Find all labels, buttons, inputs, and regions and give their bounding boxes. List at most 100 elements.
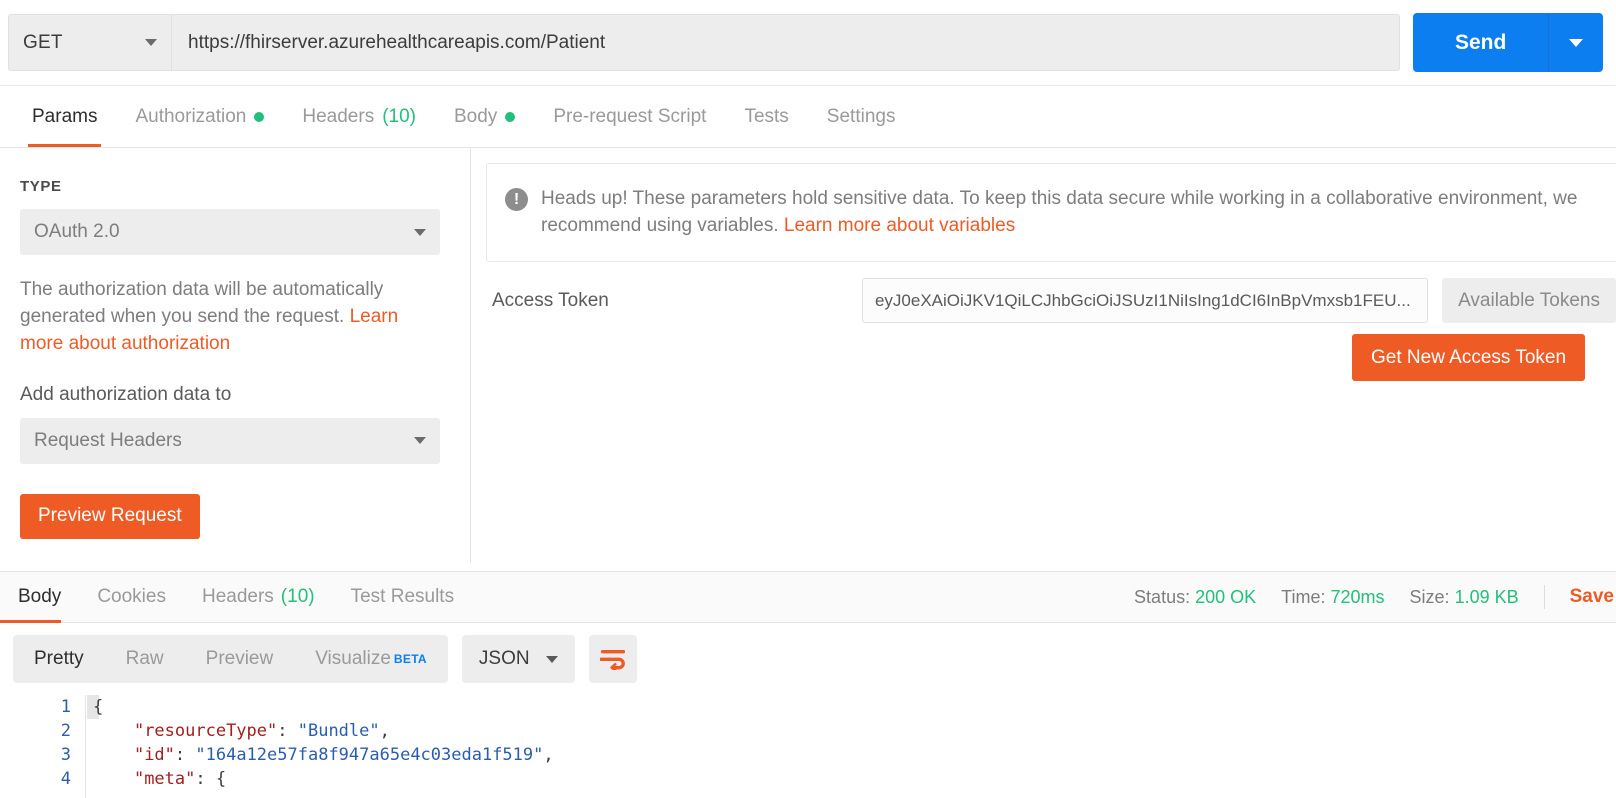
tab-params[interactable]: Params [13, 86, 116, 147]
format-label: Pretty [34, 648, 84, 669]
tab-label: Headers [302, 105, 375, 127]
status-value: 200 OK [1195, 586, 1257, 607]
tab-label: Body [454, 105, 498, 127]
chevron-down-icon [1569, 38, 1584, 47]
code-token: "resourceType" [133, 721, 278, 741]
format-visualize[interactable]: Visualize BETA [294, 635, 448, 683]
status-dot-icon [505, 111, 516, 122]
available-tokens-button[interactable]: Available Tokens [1442, 278, 1616, 323]
response-tab-test-results[interactable]: Test Results [333, 572, 472, 623]
auth-type-dropdown[interactable]: OAuth 2.0 [20, 209, 440, 255]
tab-authorization[interactable]: Authorization [116, 86, 283, 147]
info-icon: ! [505, 188, 528, 211]
tab-label: Pre-request Script [553, 105, 707, 127]
send-button[interactable]: Send [1413, 13, 1549, 72]
auth-description: The authorization data will be automatic… [20, 277, 440, 358]
size-value: 1.09 KB [1454, 586, 1519, 607]
line-number: 1 [60, 697, 71, 717]
url-input[interactable]: https://fhirserver.azurehealthcareapis.c… [171, 14, 1400, 71]
chevron-down-icon [145, 39, 157, 46]
tab-label: Tests [744, 105, 789, 127]
access-token-input[interactable]: eyJ0eXAiOiJKV1QiLCJhbGciOiJSUzI1NiIsIng1… [861, 278, 1429, 323]
tab-count: (10) [382, 105, 416, 127]
http-method-label: GET [23, 31, 63, 53]
code-lines: { "resourceType": "Bundle", "id": "164a1… [87, 695, 554, 791]
auth-description-text: The authorization data will be automatic… [20, 279, 384, 327]
code-line: { [87, 695, 554, 719]
http-method-dropdown[interactable]: GET [8, 14, 171, 71]
tab-body[interactable]: Body [435, 86, 534, 147]
add-authorization-data-label: Add authorization data to [20, 383, 232, 405]
response-meta: Status: 200 OK Time: 720ms Size: 1.09 KB… [1134, 585, 1616, 609]
tab-label: Authorization [135, 105, 247, 127]
response-tab-headers[interactable]: Headers (10) [184, 572, 333, 623]
response-language-dropdown[interactable]: JSON [461, 635, 575, 683]
tab-label: Params [32, 105, 98, 127]
auth-type-label: TYPE [20, 178, 62, 195]
language-label: JSON [478, 648, 530, 669]
format-label: Raw [125, 648, 164, 669]
code-line: "resourceType": "Bundle", [87, 719, 554, 743]
code-token: "Bundle" [297, 721, 380, 741]
format-raw[interactable]: Raw [105, 635, 185, 683]
sensitive-data-notice: ! Heads up! These parameters hold sensit… [486, 163, 1616, 263]
time-label: Time: [1281, 586, 1326, 607]
tab-count: (10) [280, 586, 315, 607]
line-number: 2 [60, 721, 71, 741]
format-pretty[interactable]: Pretty [13, 635, 105, 683]
code-token: "164a12e57fa8f947a65e4c03eda1f519" [195, 745, 544, 765]
tab-pre-request-script[interactable]: Pre-request Script [534, 86, 725, 147]
code-token: "meta" [133, 769, 196, 789]
send-button-group: Send [1413, 13, 1604, 72]
tab-label: Test Results [350, 586, 455, 607]
status-group: Status: 200 OK [1134, 587, 1256, 608]
tab-tests[interactable]: Tests [725, 86, 807, 147]
format-segmented-control: Pretty Raw Preview Visualize BETA [13, 635, 448, 683]
tab-settings[interactable]: Settings [808, 86, 915, 147]
chevron-down-icon [414, 437, 426, 445]
response-tab-body[interactable]: Body [0, 572, 79, 623]
add-authorization-data-dropdown[interactable]: Request Headers [20, 417, 440, 464]
save-response-link[interactable]: Save [1570, 586, 1616, 608]
send-options-button[interactable] [1548, 13, 1604, 72]
beta-badge: BETA [393, 652, 427, 666]
add-authorization-data-value: Request Headers [34, 429, 182, 451]
response-status-bar: Body Cookies Headers (10) Test Results S… [0, 571, 1616, 623]
status-label: Status: [1134, 586, 1191, 607]
tab-label: Cookies [97, 586, 166, 607]
learn-more-variables-link[interactable]: Learn more about variables [784, 215, 1015, 236]
code-token: : [277, 721, 298, 741]
wrap-lines-button[interactable] [588, 635, 637, 683]
preview-request-button[interactable]: Preview Request [20, 493, 200, 539]
notice-text-container: Heads up! These parameters hold sensitiv… [541, 186, 1581, 239]
format-label: Preview [205, 648, 274, 669]
response-body-viewer[interactable]: 1 2 3 4 { "resourceType": "Bundle", "id"… [0, 695, 1616, 798]
access-token-label: Access Token [492, 289, 609, 311]
auth-type-value: OAuth 2.0 [34, 221, 120, 242]
access-token-row: Access Token eyJ0eXAiOiJKV1QiLCJhbGciOiJ… [492, 278, 1616, 323]
size-group: Size: 1.09 KB [1410, 587, 1519, 608]
authorization-right-panel: ! Heads up! These parameters hold sensit… [471, 148, 1616, 563]
tab-label: Settings [826, 105, 896, 127]
time-value: 720ms [1330, 586, 1385, 607]
code-line: "id": "164a12e57fa8f947a65e4c03eda1f519"… [87, 743, 554, 767]
code-token: : [174, 745, 196, 765]
chevron-down-icon [545, 655, 558, 663]
code-token: , [379, 721, 390, 741]
line-number: 4 [60, 769, 71, 789]
tab-headers[interactable]: Headers (10) [283, 86, 435, 147]
get-new-access-token-button[interactable]: Get New Access Token [1352, 334, 1586, 381]
format-preview[interactable]: Preview [185, 635, 295, 683]
time-group: Time: 720ms [1281, 587, 1384, 608]
authorization-left-panel: TYPE OAuth 2.0 The authorization data wi… [0, 148, 471, 563]
request-tab-bar: Params Authorization Headers (10) Body P… [0, 86, 1616, 148]
wrap-text-icon [599, 650, 625, 670]
response-tab-cookies[interactable]: Cookies [79, 572, 184, 623]
request-url-bar: GET https://fhirserver.azurehealthcareap… [0, 0, 1616, 86]
code-token: , [543, 745, 554, 765]
response-tab-bar: Body Cookies Headers (10) Test Results [0, 572, 472, 623]
divider [1543, 585, 1545, 609]
response-format-toolbar: Pretty Raw Preview Visualize BETA JSON [0, 623, 1616, 695]
